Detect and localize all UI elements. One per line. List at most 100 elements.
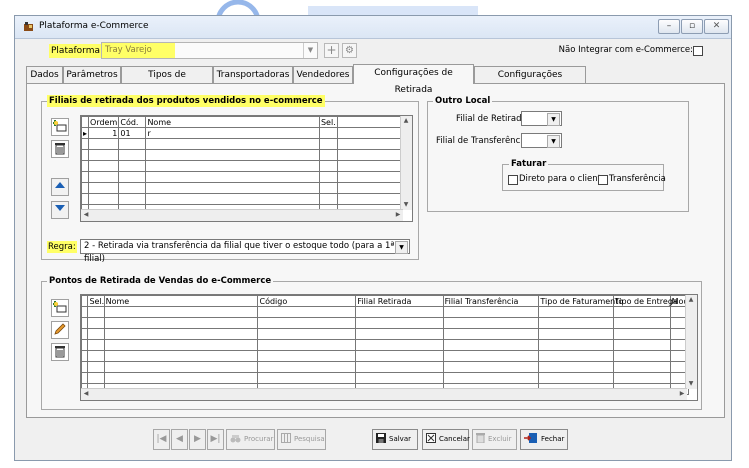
pontos-grid[interactable]: Sel. Nome Código Filial Retirada Filial …	[80, 294, 698, 401]
table-row[interactable]	[81, 193, 402, 205]
edit-ponto-button[interactable]	[51, 321, 69, 339]
chevron-down-icon[interactable]: ▼	[303, 43, 317, 58]
regra-label: Regra:	[47, 241, 77, 253]
trash-icon	[55, 346, 65, 358]
cancelar-button[interactable]: Cancelar	[422, 429, 470, 450]
table-row[interactable]	[81, 372, 690, 384]
first-record-button[interactable]: |◀	[153, 429, 170, 450]
filiais-header-row: Ordem Cód. Nome Sel.	[81, 116, 402, 128]
cell-nome: r	[145, 127, 320, 139]
table-row[interactable]	[81, 350, 690, 362]
direto-cliente-checkbox[interactable]	[508, 175, 518, 185]
add-row-icon	[52, 120, 67, 132]
table-row[interactable]	[81, 306, 690, 318]
filiais-vertical-scrollbar[interactable]: ▲ ▼	[400, 116, 412, 210]
tab-vendedores[interactable]: Vendedores	[293, 66, 353, 83]
bottom-toolbar: |◀ ◀ ▶ ▶| Procurar Pesquisa Salvar Cance…	[26, 420, 725, 458]
salvar-button[interactable]: Salvar	[372, 429, 418, 450]
move-down-button[interactable]	[51, 201, 69, 219]
pesquisa-button[interactable]: Pesquisa	[277, 429, 326, 450]
tab-panel: Filiais de retirada dos produtos vendido…	[26, 83, 725, 418]
plataforma-select[interactable]: Tray Varejo ▼	[101, 42, 318, 59]
delete-filial-button[interactable]	[51, 140, 69, 158]
add-icon[interactable]: +	[324, 43, 339, 58]
filial-retirada-select[interactable]: ▼	[521, 111, 562, 126]
tab-transportadoras[interactable]: Transportadoras	[213, 66, 293, 83]
arrow-down-icon	[55, 205, 65, 211]
excluir-button[interactable]: Excluir	[472, 429, 517, 450]
table-row[interactable]	[81, 149, 402, 161]
pontos-header-row: Sel. Nome Código Filial Retirada Filial …	[81, 295, 690, 307]
chevron-down-icon[interactable]: ▼	[547, 135, 560, 148]
window-title: Plataforma e-Commerce	[39, 21, 149, 31]
nao-integrar-checkbox[interactable]	[693, 46, 703, 56]
filiais-group-title: Filiais de retirada dos produtos vendido…	[47, 95, 325, 107]
col-cod[interactable]: Cód.	[118, 116, 147, 128]
col-sel[interactable]: Sel.	[318, 116, 338, 128]
main-window: Plataforma e-Commerce – ▫ ✕ Plataforma: …	[14, 15, 732, 461]
tab-tipos-pagamento[interactable]: Tipos de Pagamento	[121, 66, 213, 97]
table-row[interactable]	[81, 317, 690, 329]
nao-integrar-label: Não Integrar com e-Commerce:	[558, 45, 693, 55]
filial-transferencia-select[interactable]: ▼	[521, 133, 562, 148]
col-filial-transferencia[interactable]: Filial Transferência	[442, 295, 540, 307]
move-up-button[interactable]	[51, 178, 69, 196]
prev-record-button[interactable]: ◀	[171, 429, 188, 450]
gear-icon[interactable]: ⚙	[342, 43, 357, 58]
table-row[interactable]	[81, 182, 402, 194]
table-row[interactable]	[81, 339, 690, 351]
table-row[interactable]	[81, 138, 402, 150]
faturar-group: Faturar Direto para o cliente Transferên…	[502, 158, 666, 191]
col-codigo[interactable]: Código	[257, 295, 357, 307]
direto-cliente-label: Direto para o cliente	[519, 174, 607, 184]
filial-transferencia-label: Filial de Transferência:	[436, 136, 531, 146]
col-sel[interactable]: Sel.	[87, 295, 105, 307]
fechar-button[interactable]: Fechar	[520, 429, 568, 450]
procurar-button[interactable]: Procurar	[226, 429, 275, 450]
transferencia-checkbox[interactable]	[598, 175, 608, 185]
tab-parametros[interactable]: Parâmetros	[63, 66, 121, 83]
col-nome[interactable]: Nome	[103, 295, 259, 307]
maximize-button[interactable]: ▫	[681, 19, 703, 34]
filiais-grid[interactable]: Ordem Cód. Nome Sel. ▸ 1 01 r ▲ ▼ ◀ ▶	[80, 115, 413, 222]
table-row[interactable]	[81, 328, 690, 340]
tab-configuracoes-adicionais[interactable]: Configurações Adicionais	[474, 66, 586, 97]
pontos-vertical-scrollbar[interactable]: ▲ ▼	[685, 295, 697, 389]
col-ordem[interactable]: Ordem	[88, 116, 120, 128]
col-tipo-entrega[interactable]: Tipo de Entrega	[612, 295, 678, 307]
chevron-down-icon[interactable]: ▼	[547, 113, 560, 126]
regra-select[interactable]: 2 - Retirada via transferência da filial…	[80, 239, 410, 264]
exit-door-icon	[524, 433, 537, 443]
trash-icon	[476, 433, 485, 443]
last-record-button[interactable]: ▶|	[207, 429, 224, 450]
col-filial-retirada[interactable]: Filial Retirada	[355, 295, 444, 307]
regra-value: 2 - Retirada via transferência da filial…	[84, 241, 395, 264]
table-grid-icon	[281, 433, 291, 443]
add-filial-button[interactable]	[51, 118, 69, 136]
pontos-horizontal-scrollbar[interactable]: ◀ ▶	[81, 388, 687, 400]
tab-dados[interactable]: Dados	[26, 66, 63, 83]
tab-configuracoes-retirada[interactable]: Configurações de Retirada	[353, 64, 474, 95]
table-row[interactable]	[81, 171, 402, 183]
next-record-button[interactable]: ▶	[189, 429, 206, 450]
delete-ponto-button[interactable]	[51, 343, 69, 361]
table-row[interactable]	[81, 361, 690, 373]
trash-icon	[55, 143, 65, 155]
table-row[interactable]: ▸ 1 01 r	[81, 127, 402, 139]
table-row[interactable]	[81, 160, 402, 172]
filial-retirada-label: Filial de Retirada:	[456, 114, 530, 124]
transferencia-label: Transferência	[609, 174, 666, 184]
plataforma-label: Plataforma:	[49, 44, 107, 58]
add-ponto-button[interactable]	[51, 299, 69, 317]
pontos-group: Pontos de Retirada de Vendas do e-Commer…	[41, 275, 702, 410]
filiais-horizontal-scrollbar[interactable]: ◀ ▶	[81, 209, 403, 221]
plataforma-value: Tray Varejo	[102, 43, 175, 58]
minimize-button[interactable]: –	[658, 19, 680, 34]
col-nome[interactable]: Nome	[145, 116, 320, 128]
cell-cod: 01	[118, 127, 147, 139]
chevron-down-icon[interactable]: ▼	[395, 241, 408, 254]
background-watermark	[198, 0, 498, 15]
col-tipo-faturamento[interactable]: Tipo de Faturamento	[538, 295, 623, 307]
cancel-icon	[426, 433, 436, 443]
close-button[interactable]: ✕	[704, 19, 729, 34]
